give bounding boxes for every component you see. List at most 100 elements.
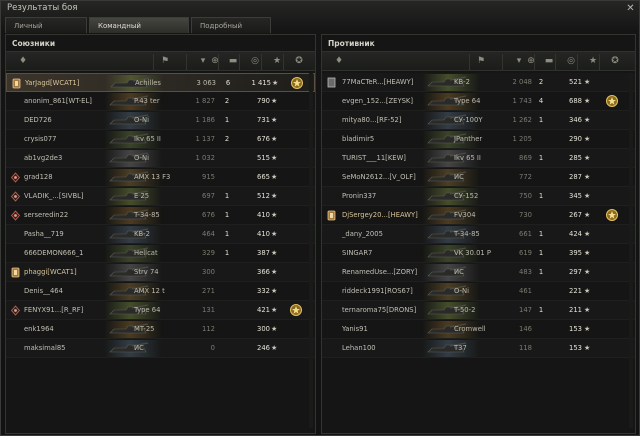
tank-class-icon[interactable]: ⚑ bbox=[472, 55, 490, 68]
empty-squad-slot bbox=[327, 305, 336, 316]
player-row[interactable]: Pasha__719 KB-2 464 1 410 ★ bbox=[6, 225, 315, 244]
player-name[interactable]: maksimal85 bbox=[24, 343, 65, 354]
player-name[interactable]: phaggi[WCAT1] bbox=[24, 267, 77, 278]
damage-value: 300 bbox=[202, 268, 215, 276]
player-row[interactable]: Lehan100 T37 118 153 ★ bbox=[322, 339, 635, 358]
player-row[interactable]: ternaroma75[DRONS] T-50-2 147 1 211 ★ bbox=[322, 301, 635, 320]
damage-icon[interactable]: ⊕ bbox=[206, 55, 224, 68]
player-name[interactable]: Pasha__719 bbox=[24, 229, 64, 240]
player-name[interactable]: enk1964 bbox=[24, 324, 54, 335]
player-row[interactable]: FENYX91...[R_RF] Type 64 131 421 ★ bbox=[6, 301, 315, 320]
player-row[interactable]: Pronin337 СУ-152 750 1 345 ★ bbox=[322, 187, 635, 206]
kills-value: 1 bbox=[538, 192, 544, 200]
tank-image bbox=[422, 263, 480, 282]
player-row[interactable]: mitya80...[RF-52] СУ-100Y 1 262 1 346 ★ bbox=[322, 111, 635, 130]
player-name[interactable]: _dany_2005 bbox=[342, 229, 383, 240]
xp-star-icon: ★ bbox=[271, 116, 278, 124]
player-name[interactable]: ternaroma75[DRONS] bbox=[342, 305, 416, 316]
player-name[interactable]: bladimir5 bbox=[342, 134, 374, 145]
tank-name: Type 64 bbox=[454, 97, 481, 105]
player-name[interactable]: VLADIK_...[SIVBL] bbox=[24, 191, 84, 202]
enemies-title: Противник bbox=[328, 39, 375, 48]
medal-icon[interactable] bbox=[605, 208, 619, 222]
player-name[interactable]: 666DEMON666_1 bbox=[24, 248, 84, 259]
player-row[interactable]: grad128 AMX 13 F3 915 665 ★ bbox=[6, 168, 315, 187]
medal-icon[interactable]: ✪ bbox=[606, 55, 624, 68]
player-name[interactable]: DED726 bbox=[24, 115, 52, 126]
player-row[interactable]: serseredin22 T-34-85 676 1 410 ★ bbox=[6, 206, 315, 225]
player-row[interactable]: enk1964 MT-25 112 300 ★ bbox=[6, 320, 315, 339]
allies-scrollbar[interactable] bbox=[309, 73, 313, 428]
tab-detailed-report[interactable]: Подробный отчёт bbox=[191, 17, 271, 46]
player-row[interactable]: evgen_152...[ZEYSK] Type 64 1 743 4 688 ★ bbox=[322, 92, 635, 111]
player-row[interactable]: riddeck1991[ROS67] O-Ni 461 221 ★ bbox=[322, 282, 635, 301]
tab-team-result[interactable]: Командный результат bbox=[89, 17, 189, 46]
xp-star-icon: ★ bbox=[271, 306, 278, 314]
close-button[interactable]: ✕ bbox=[625, 3, 636, 14]
column-divider bbox=[502, 54, 503, 70]
player-name[interactable]: mitya80...[RF-52] bbox=[342, 115, 402, 126]
player-row[interactable]: YarJagd[WCAT1] Achilles 3 063 6 1 415 ★ bbox=[6, 73, 315, 92]
player-row[interactable]: Denis__464 AMX 12 t 271 332 ★ bbox=[6, 282, 315, 301]
player-name[interactable]: serseredin22 bbox=[24, 210, 68, 221]
medal-icon[interactable] bbox=[289, 303, 303, 317]
player-row[interactable]: SeMoN2612...[V_OLF] ИС 772 287 ★ bbox=[322, 168, 635, 187]
player-name[interactable]: Lehan100 bbox=[342, 343, 376, 354]
player-name[interactable]: evgen_152...[ZEYSK] bbox=[342, 96, 413, 107]
medal-icon[interactable]: ✪ bbox=[290, 55, 308, 68]
player-row[interactable]: maksimal85 ИС 0 246 ★ bbox=[6, 339, 315, 358]
player-row[interactable]: VLADIK_...[SIVBL] E 25 697 1 512 ★ bbox=[6, 187, 315, 206]
tank-name: ИС bbox=[134, 344, 144, 352]
player-row[interactable]: bladimir5 JPanther 1 205 290 ★ bbox=[322, 130, 635, 149]
player-name[interactable]: Yanis91 bbox=[342, 324, 368, 335]
player-row[interactable]: ab1vg2de3 O-Ni 1 032 515 ★ bbox=[6, 149, 315, 168]
empty-squad-slot bbox=[11, 153, 20, 164]
player-name[interactable]: SINGAR7 bbox=[342, 248, 372, 259]
player-row[interactable]: crysis077 Ikv 65 II 1 137 2 676 ★ bbox=[6, 130, 315, 149]
squad-icon[interactable]: ♦ bbox=[330, 55, 348, 68]
player-name[interactable]: Denis__464 bbox=[24, 286, 63, 297]
player-row[interactable]: Yanis91 Cromwell 146 153 ★ bbox=[322, 320, 635, 339]
player-row[interactable]: 666DEMON666_1 Hellcat 329 1 387 ★ bbox=[6, 244, 315, 263]
xp-star-icon: ★ bbox=[271, 211, 278, 219]
player-name[interactable]: FENYX91...[R_RF] bbox=[24, 305, 83, 316]
player-row[interactable]: DjSergey20...[HEAWY] FV304 730 267 ★ bbox=[322, 206, 635, 225]
medal-icon[interactable] bbox=[290, 76, 304, 90]
enemies-scrollbar[interactable] bbox=[629, 73, 633, 428]
xp-star-icon: ★ bbox=[584, 268, 591, 276]
player-name[interactable]: ab1vg2de3 bbox=[24, 153, 62, 164]
damage-icon[interactable]: ⊕ bbox=[522, 55, 540, 68]
player-name[interactable]: YarJagd[WCAT1] bbox=[25, 78, 79, 89]
tank-class-icon[interactable]: ⚑ bbox=[156, 55, 174, 68]
xp-value: 790 bbox=[257, 97, 270, 105]
tab-personal-result[interactable]: Личный результат bbox=[5, 17, 87, 46]
medal-icon[interactable] bbox=[605, 94, 619, 108]
damage-value: 3 063 bbox=[196, 79, 216, 87]
tank-name: O-Ni bbox=[134, 116, 149, 124]
platoon-icon bbox=[327, 210, 336, 221]
player-row[interactable]: phaggi[WCAT1] Strv 74 300 366 ★ bbox=[6, 263, 315, 282]
xp-star-icon: ★ bbox=[271, 192, 278, 200]
squad-icon[interactable]: ♦ bbox=[14, 55, 32, 68]
tank-name: Type 64 bbox=[134, 306, 161, 314]
tank-name: Achilles bbox=[135, 79, 161, 87]
player-row[interactable]: TURIST___11[KEW] Ikv 65 II 869 1 285 ★ bbox=[322, 149, 635, 168]
player-name[interactable]: riddeck1991[ROS67] bbox=[342, 286, 413, 297]
square-icon bbox=[327, 77, 336, 88]
player-row[interactable]: anonim_861[WT-EL] P.43 ter 1 827 2 790 ★ bbox=[6, 92, 315, 111]
player-name[interactable]: SeMoN2612...[V_OLF] bbox=[342, 172, 416, 183]
player-name[interactable]: DjSergey20...[HEAWY] bbox=[342, 210, 418, 221]
player-name[interactable]: crysis077 bbox=[24, 134, 57, 145]
player-row[interactable]: RenamedUse...[ZORY] ИС 483 1 297 ★ bbox=[322, 263, 635, 282]
player-row[interactable]: 77MaCTeR...[HEAWY] KB-2 2 048 2 521 ★ bbox=[322, 73, 635, 92]
player-name[interactable]: anonim_861[WT-EL] bbox=[24, 96, 92, 107]
player-row[interactable]: SINGAR7 VK 30.01 P 619 1 395 ★ bbox=[322, 244, 635, 263]
player-name[interactable]: TURIST___11[KEW] bbox=[342, 153, 406, 164]
player-name[interactable]: grad128 bbox=[24, 172, 53, 183]
player-row[interactable]: _dany_2005 T-34-85 661 1 424 ★ bbox=[322, 225, 635, 244]
player-row[interactable]: DED726 O-Ni 1 186 1 731 ★ bbox=[6, 111, 315, 130]
player-name[interactable]: RenamedUse...[ZORY] bbox=[342, 267, 417, 278]
platoon-icon bbox=[12, 78, 21, 89]
player-name[interactable]: Pronin337 bbox=[342, 191, 376, 202]
player-name[interactable]: 77MaCTeR...[HEAWY] bbox=[342, 77, 413, 88]
